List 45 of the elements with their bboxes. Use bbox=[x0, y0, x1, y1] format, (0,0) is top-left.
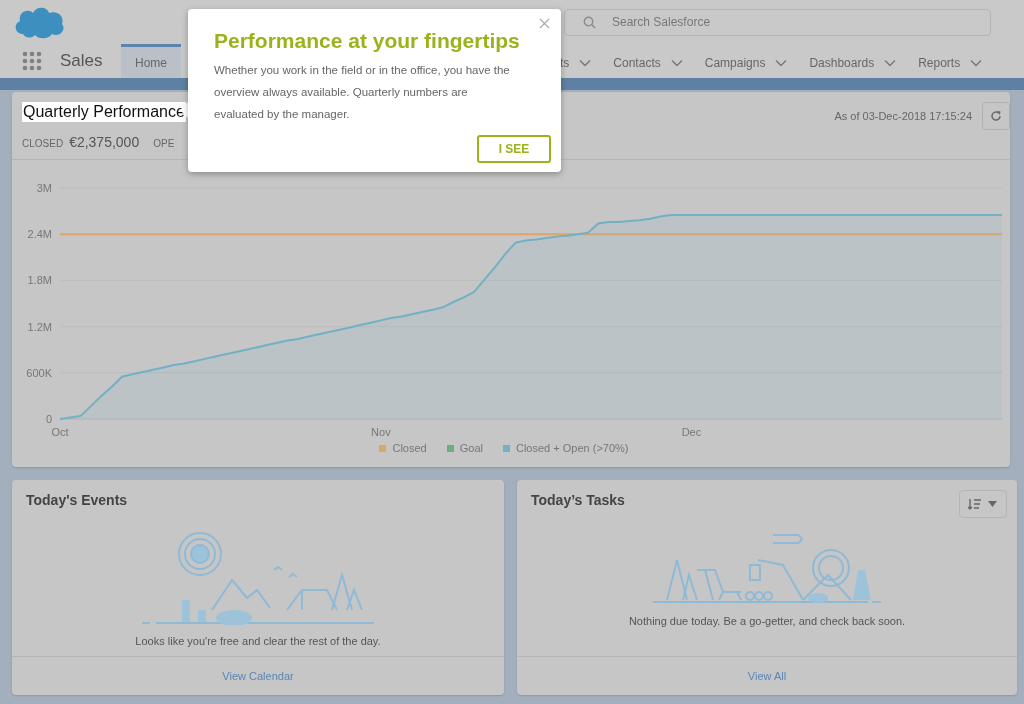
empty-message: Nothing due today. Be a go-getter, and check back soon. bbox=[628, 615, 906, 627]
nav-tab[interactable]: ts bbox=[549, 44, 603, 78]
chevron-down-icon[interactable] bbox=[884, 58, 897, 67]
popover-text: Whether you work in the field or in the office, you have the overview always available. Quarterly numbers are evaluated by the manager. bbox=[214, 63, 511, 122]
sort-menu-icon bbox=[968, 498, 998, 510]
card-title: Quarterly Performance bbox=[22, 102, 186, 122]
sort-button[interactable] bbox=[959, 490, 1007, 518]
view-all-link[interactable]: View All bbox=[747, 670, 787, 682]
chevron-down-icon[interactable] bbox=[970, 58, 983, 67]
axis-label: 1.2M bbox=[27, 320, 52, 333]
timestamp-text: As of 03-Dec-2018 17:15:24 bbox=[834, 110, 972, 122]
chevron-down-icon[interactable] bbox=[670, 58, 683, 67]
chevron-down-icon[interactable] bbox=[579, 58, 592, 67]
metric-value: €2,375,000 bbox=[69, 134, 140, 150]
refresh-button[interactable] bbox=[982, 102, 1010, 130]
nav-tab[interactable]: Home bbox=[121, 44, 181, 78]
axis-label: 1.8M bbox=[27, 274, 52, 287]
nav-tab[interactable]: Contacts bbox=[602, 44, 694, 78]
axis-label: 2.4M bbox=[27, 228, 52, 241]
legend-label: Closed + Open (>70%) bbox=[516, 442, 629, 454]
close-icon[interactable] bbox=[539, 18, 550, 29]
metric-label: CLOSED bbox=[22, 138, 64, 149]
empty-message: Looks like you're free and clear the rest of the day. bbox=[135, 635, 381, 647]
app-name: Sales bbox=[60, 51, 100, 72]
metric-label: OPE bbox=[153, 138, 175, 149]
i-see-button[interactable]: I SEE bbox=[477, 135, 551, 163]
chevron-down-icon[interactable] bbox=[775, 58, 788, 67]
axis-label: 3M bbox=[36, 182, 52, 194]
card-title: Today's Events bbox=[26, 492, 128, 508]
view-calendar-link[interactable]: View Calendar bbox=[222, 670, 294, 682]
axis-label: Dec bbox=[681, 426, 702, 438]
nav-tab[interactable]: Dashboards bbox=[798, 44, 908, 78]
search-field[interactable]: Search Salesforce bbox=[564, 8, 991, 36]
nav-tab[interactable]: Reports bbox=[907, 44, 994, 78]
axis-label: Nov bbox=[371, 426, 391, 438]
app-launcher-icon[interactable] bbox=[22, 51, 42, 71]
refresh-icon bbox=[990, 110, 1002, 122]
axis-label: 0 bbox=[45, 413, 52, 425]
legend-label: Goal bbox=[459, 442, 483, 454]
axis-label: 600K bbox=[26, 366, 52, 379]
nav-tab[interactable]: Campaigns bbox=[693, 44, 799, 78]
legend-label: Closed bbox=[392, 442, 427, 454]
popover-title: Performance at your fingertips bbox=[214, 29, 521, 53]
card-title: Today’s Tasks bbox=[531, 492, 625, 508]
axis-label: Oct bbox=[51, 426, 69, 438]
